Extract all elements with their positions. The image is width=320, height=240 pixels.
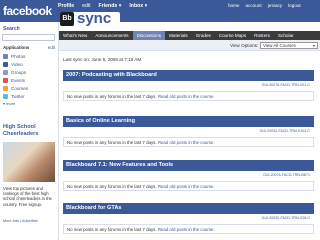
search-input[interactable] bbox=[2, 34, 55, 41]
course-title[interactable]: Basics of Online Learning bbox=[63, 116, 314, 127]
message-text: No new posts in any forums in the last 7… bbox=[67, 94, 157, 99]
app-item-label: Twitter bbox=[11, 93, 25, 99]
view-options-bar: View Options: View All Courses ▾ bbox=[59, 40, 320, 51]
twitter-icon bbox=[3, 93, 8, 99]
message-text: No new posts in any forums in the last 7… bbox=[67, 184, 157, 189]
chevron-down-icon: ▾ bbox=[312, 42, 315, 48]
applications-header: Applications edit bbox=[3, 45, 55, 50]
course-message: No new posts in any forums in the last 7… bbox=[63, 91, 314, 101]
course-message: No new posts in any forums in the last 7… bbox=[63, 224, 314, 234]
course-code: GUI-20076-FACD-TRN-BB71 bbox=[263, 173, 310, 177]
read-old-posts-link[interactable]: Read old posts in the course. bbox=[158, 140, 215, 145]
tab-discussions[interactable]: Discussions bbox=[132, 31, 166, 40]
course-panel: Blackboard 7.1: New Features and Tools G… bbox=[63, 160, 314, 191]
sync-tab-bar: What's New Announcements Discussions Mat… bbox=[59, 31, 320, 40]
tab-materials[interactable]: Materials bbox=[165, 31, 192, 40]
nav-profile[interactable]: Profile bbox=[58, 3, 74, 9]
photos-icon bbox=[3, 53, 8, 59]
sync-logo: Bb sync bbox=[60, 10, 120, 27]
tab-announcements[interactable]: Announcements bbox=[91, 31, 132, 40]
course-panel: Blackboard for GTAs GUI-20032-FACD-TRN-X… bbox=[63, 203, 314, 234]
app-item-twitter[interactable]: Twitter bbox=[3, 92, 55, 100]
view-options-select[interactable]: View All Courses ▾ bbox=[260, 41, 318, 49]
applications-edit-link[interactable]: edit bbox=[48, 45, 55, 50]
separator: | bbox=[238, 16, 240, 21]
course-message: No new posts in any forums in the last 7… bbox=[63, 181, 314, 191]
tab-whats-new[interactable]: What's New bbox=[59, 31, 91, 40]
link-logout[interactable]: logout bbox=[288, 3, 301, 8]
course-code: GUI-20078-FACD-TRN-X01-C bbox=[261, 83, 310, 87]
course-panel: Basics of Online Learning GUI-20032-FACD… bbox=[63, 116, 314, 147]
app-item-label: Groups bbox=[11, 69, 27, 75]
more-link[interactable]: ▾ more bbox=[3, 101, 55, 106]
app-item-courses[interactable]: Courses bbox=[3, 84, 55, 92]
link-account[interactable]: account bbox=[246, 3, 262, 8]
ad-text: View top pictures and rankings of the be… bbox=[3, 186, 52, 207]
course-code: GUI-20032-FACD-TRN-X26-C bbox=[261, 216, 310, 220]
course-message: No new posts in any forums in the last 7… bbox=[63, 137, 314, 147]
facebook-nav: Profile edit Friends ▾ Inbox ▾ bbox=[58, 3, 147, 9]
view-options-label: View Options: bbox=[230, 43, 259, 48]
app-item-label: Photos bbox=[11, 53, 26, 59]
message-text: No new posts in any forums in the last 7… bbox=[67, 140, 157, 145]
course-panel: 2007: Podcasting with Blackboard GUI-200… bbox=[63, 70, 314, 101]
events-icon bbox=[3, 77, 8, 83]
app-item-groups[interactable]: Groups bbox=[3, 68, 55, 76]
video-icon bbox=[3, 61, 8, 67]
accounts-dropdown[interactable]: Accounts ▾ bbox=[243, 16, 264, 22]
view-options-value: View All Courses bbox=[263, 42, 296, 48]
last-sync-text: Last sync on: June 5, 2008 at 7:18 AM bbox=[63, 57, 142, 62]
search-label: Search bbox=[3, 26, 20, 32]
groups-icon bbox=[3, 69, 8, 75]
applications-label: Applications bbox=[3, 45, 30, 50]
read-old-posts-link[interactable]: Read old posts in the course. bbox=[158, 184, 215, 189]
course-title[interactable]: Blackboard for GTAs bbox=[63, 203, 314, 214]
nav-friends[interactable]: Friends ▾ bbox=[99, 3, 122, 9]
tab-grades[interactable]: Grades bbox=[192, 31, 215, 40]
courses-icon bbox=[3, 85, 8, 91]
nav-edit[interactable]: edit bbox=[82, 3, 90, 9]
sync-user-menu: | Accounts ▾ bbox=[238, 16, 265, 22]
ad-title[interactable]: High School Cheerleaders bbox=[3, 124, 55, 137]
read-old-posts-link[interactable]: Read old posts in the course. bbox=[158, 94, 215, 99]
app-item-label: Video bbox=[11, 61, 23, 67]
read-old-posts-link[interactable]: Read old posts in the course. bbox=[158, 227, 215, 232]
link-privacy[interactable]: privacy bbox=[268, 3, 283, 8]
nav-inbox[interactable]: Inbox ▾ bbox=[129, 3, 147, 9]
tab-scholar[interactable]: Scholar bbox=[274, 31, 298, 40]
account-links: home account privacy logout bbox=[228, 3, 301, 8]
facebook-sidebar: Search Applications edit Photos Video Gr… bbox=[0, 22, 59, 240]
course-title[interactable]: 2007: Podcasting with Blackboard bbox=[63, 70, 314, 81]
ad-links[interactable]: More Ads | Advertise bbox=[3, 219, 38, 223]
app-item-label: Courses bbox=[11, 85, 29, 91]
facebook-top-bar: facebook Profile edit Friends ▾ Inbox ▾ … bbox=[0, 0, 320, 22]
tab-rosters[interactable]: Rosters bbox=[250, 31, 274, 40]
app-item-video[interactable]: Video bbox=[3, 60, 55, 68]
message-text: No new posts in any forums in the last 7… bbox=[67, 227, 157, 232]
blackboard-badge-icon: Bb bbox=[60, 12, 74, 26]
course-code: GUI-20032-FACD-TRN-X103-C bbox=[259, 129, 310, 133]
app-item-label: Events bbox=[11, 77, 26, 83]
app-item-photos[interactable]: Photos bbox=[3, 52, 55, 60]
link-home[interactable]: home bbox=[228, 3, 240, 8]
facebook-logo[interactable]: facebook bbox=[3, 4, 52, 18]
applications-list: Photos Video Groups Events Courses Twitt… bbox=[3, 52, 55, 106]
course-title[interactable]: Blackboard 7.1: New Features and Tools bbox=[63, 160, 314, 171]
ad-image[interactable] bbox=[3, 142, 55, 182]
app-item-events[interactable]: Events bbox=[3, 76, 55, 84]
tab-course-maps[interactable]: Course Maps bbox=[215, 31, 250, 40]
sync-wordmark: sync bbox=[77, 10, 112, 27]
